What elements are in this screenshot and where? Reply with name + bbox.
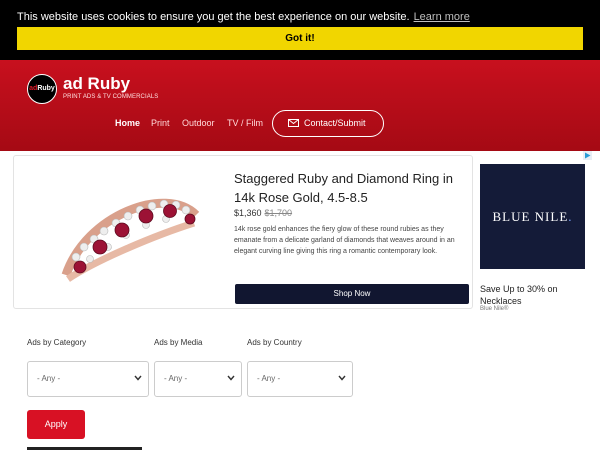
original-price: $1,700 bbox=[264, 208, 293, 218]
media-select-value: - Any - bbox=[164, 374, 188, 383]
contact-submit-label: Contact/Submit bbox=[304, 118, 366, 128]
chevron-down-icon bbox=[227, 375, 235, 381]
cookie-message-text: This website uses cookies to ensure you … bbox=[17, 11, 410, 23]
cookie-message: This website uses cookies to ensure you … bbox=[17, 11, 470, 23]
shop-now-button[interactable]: Shop Now bbox=[235, 284, 469, 304]
blue-nile-dot: . bbox=[568, 209, 573, 224]
chevron-down-icon bbox=[338, 375, 346, 381]
nav-item-home[interactable]: Home bbox=[115, 118, 140, 128]
apply-filters-button[interactable]: Apply bbox=[27, 410, 85, 439]
category-filter-label: Ads by Category bbox=[27, 338, 87, 347]
page: This website uses cookies to ensure you … bbox=[0, 0, 600, 450]
envelope-icon bbox=[288, 119, 299, 127]
chevron-down-icon bbox=[134, 375, 142, 381]
media-filter-label: Ads by Media bbox=[154, 338, 203, 347]
ad-choices-icon[interactable] bbox=[583, 151, 592, 160]
contact-submit-button[interactable]: Contact/Submit bbox=[272, 110, 384, 137]
country-filter-label: Ads by Country bbox=[247, 338, 302, 347]
site-logo[interactable]: adRuby bbox=[27, 74, 57, 104]
ad-price: $1,360 $1,700 bbox=[234, 208, 292, 218]
category-select-value: - Any - bbox=[37, 374, 61, 383]
brand-name[interactable]: ad Ruby bbox=[63, 74, 130, 94]
side-ad-source: Blue Nile® bbox=[480, 306, 509, 312]
ring-product-image[interactable] bbox=[56, 175, 206, 290]
country-select-value: - Any - bbox=[257, 374, 281, 383]
ring-illustration bbox=[61, 198, 200, 282]
country-select[interactable]: - Any - bbox=[247, 361, 353, 397]
site-header: adRuby ad Ruby PRINT ADS & TV COMMERCIAL… bbox=[0, 60, 600, 151]
nav-item-print[interactable]: Print bbox=[151, 118, 170, 128]
media-select[interactable]: - Any - bbox=[154, 361, 242, 397]
nav-item-outdoor[interactable]: Outdoor bbox=[182, 118, 215, 128]
ad-description: 14k rose gold enhances the fiery glow of… bbox=[234, 226, 455, 255]
nav-item-tv-film[interactable]: TV / Film bbox=[227, 118, 263, 128]
blue-nile-banner[interactable]: BLUE NILE. bbox=[480, 164, 585, 269]
sponsored-ad-card[interactable]: Staggered Ruby and Diamond Ring in 14k R… bbox=[13, 155, 473, 309]
category-select[interactable]: - Any - bbox=[27, 361, 149, 397]
blue-nile-wordmark: BLUE NILE bbox=[492, 209, 569, 224]
brand-tagline: PRINT ADS & TV COMMERCIALS bbox=[63, 94, 159, 100]
cookie-banner: This website uses cookies to ensure you … bbox=[0, 0, 600, 60]
learn-more-link[interactable]: Learn more bbox=[414, 11, 470, 23]
got-it-button[interactable]: Got it! bbox=[17, 27, 583, 50]
side-ad-headline[interactable]: Save Up to 30% on Necklaces bbox=[480, 283, 585, 307]
current-price: $1,360 bbox=[234, 208, 262, 218]
ad-title[interactable]: Staggered Ruby and Diamond Ring in 14k R… bbox=[234, 169, 470, 207]
